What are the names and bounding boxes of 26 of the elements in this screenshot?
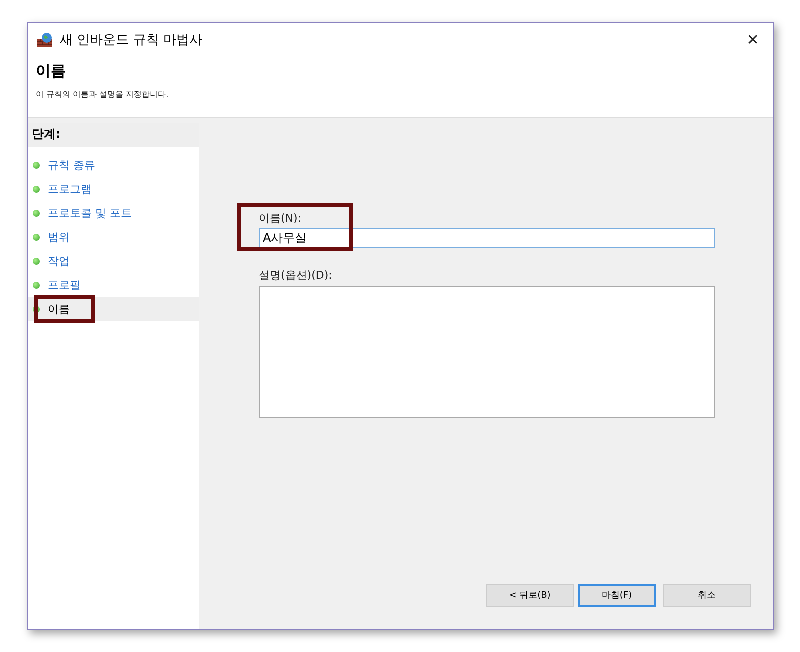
description-field[interactable] <box>259 286 715 418</box>
step-item[interactable]: 범위 <box>48 230 70 244</box>
step-item[interactable]: 규칙 종류 <box>48 158 96 172</box>
status-dot-icon <box>33 282 40 288</box>
page-description: 이 규칙의 이름과 설명을 지정합니다. <box>36 89 169 100</box>
status-dot-icon <box>33 162 40 168</box>
wizard-button[interactable]: 마침(F) <box>578 584 656 607</box>
name-field[interactable]: A사무실 <box>259 228 715 248</box>
step-item[interactable]: 프로그램 <box>48 182 92 196</box>
name-label: 이름(N): <box>259 211 303 226</box>
page-title: 이름 <box>36 62 66 81</box>
status-dot-icon <box>33 258 40 264</box>
status-dot-icon <box>33 210 40 216</box>
status-dot-icon <box>33 234 40 240</box>
firewall-icon <box>36 32 54 48</box>
step-item[interactable]: 이름 <box>48 302 70 316</box>
description-label: 설명(옵션)(D): <box>259 268 334 283</box>
steps-heading: 단계: <box>28 123 199 147</box>
step-item[interactable]: 작업 <box>48 254 70 268</box>
window-title: 새 인바운드 규칙 마법사 <box>60 32 204 48</box>
step-item[interactable]: 프로필 <box>48 278 81 292</box>
close-icon[interactable]: ✕ <box>733 30 773 48</box>
wizard-button[interactable]: 취소 <box>663 584 751 607</box>
step-item[interactable]: 프로토콜 및 포트 <box>48 206 132 220</box>
status-dot-icon <box>33 186 40 192</box>
wizard-button[interactable]: < 뒤로(B) <box>486 584 574 607</box>
